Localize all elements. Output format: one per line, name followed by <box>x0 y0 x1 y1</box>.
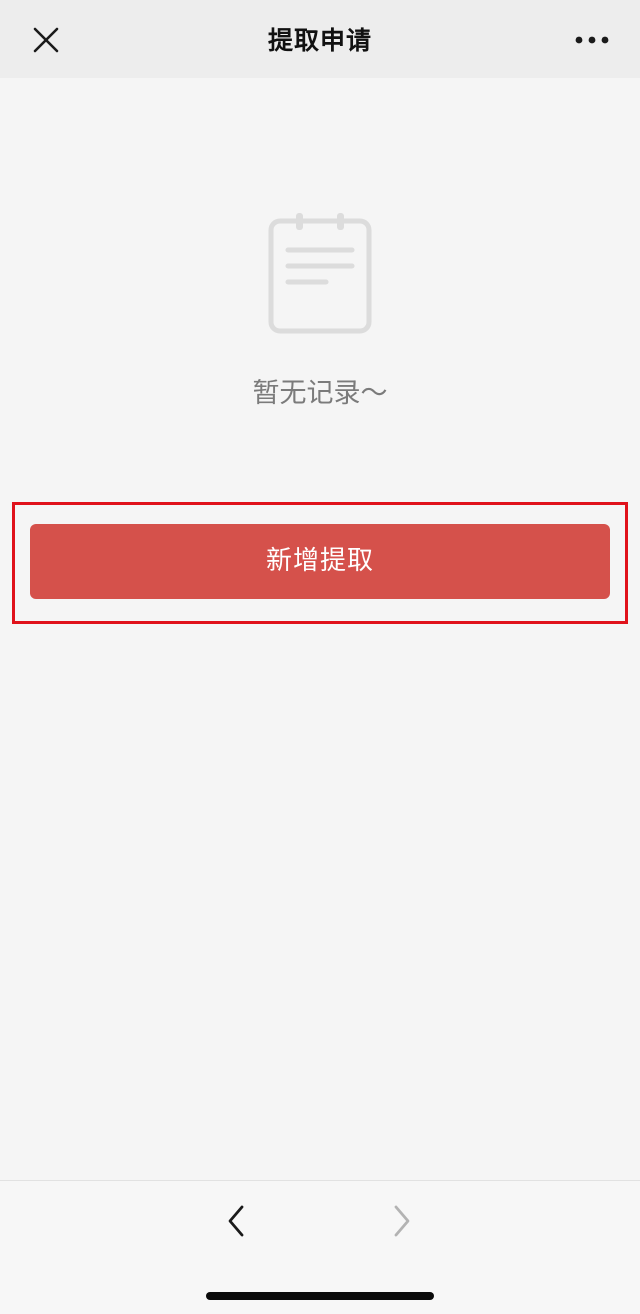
more-dots-icon <box>575 36 609 44</box>
chevron-right-icon <box>394 1205 410 1237</box>
forward-button[interactable] <box>380 1199 424 1243</box>
bottom-toolbar <box>0 1180 640 1314</box>
chevron-left-icon <box>228 1205 244 1237</box>
page-title: 提取申请 <box>267 26 372 55</box>
home-indicator <box>206 1292 434 1300</box>
empty-state-message: 暂无记录～ <box>252 378 388 409</box>
more-options-button[interactable] <box>570 20 614 60</box>
notepad-icon <box>268 213 372 334</box>
top-navigation-bar: 提取申请 <box>0 0 640 78</box>
back-button[interactable] <box>214 1199 258 1243</box>
add-extraction-button[interactable]: 新增提取 <box>30 524 610 599</box>
